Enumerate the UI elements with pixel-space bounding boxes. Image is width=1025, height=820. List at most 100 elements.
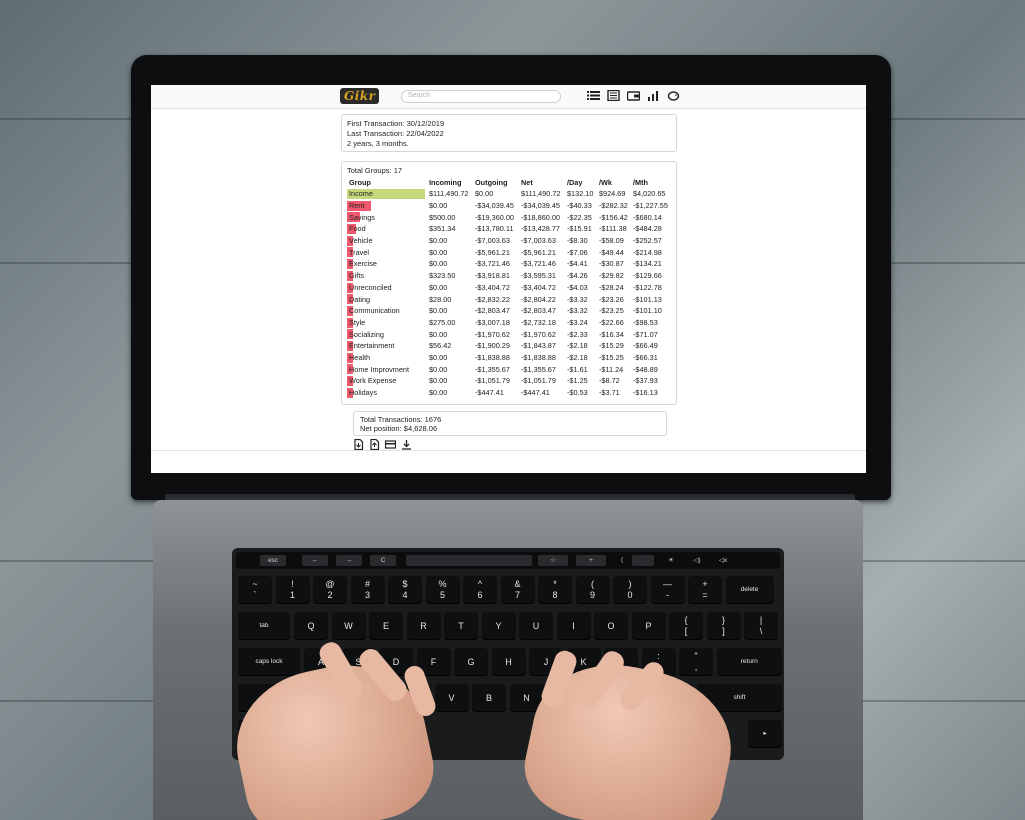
- table-row[interactable]: Unreconciled $0.00 -$3,404.72 -$3,404.72 -$4…: [347, 282, 671, 294]
- table-row[interactable]: Holidays $0.00 -$447.41 -$447.41 -$0.53 -$3.7…: [347, 387, 671, 399]
- cell-incoming: $0.00: [429, 259, 448, 269]
- table-row[interactable]: Style $275.00 -$3,007.18 -$2,732.18 -$3.24 -$…: [347, 317, 671, 329]
- cell-outgoing: -$3,918.81: [475, 271, 510, 281]
- key-12[interactable]: + =: [688, 576, 722, 604]
- key-bracket-2[interactable]: | \: [744, 612, 778, 640]
- key-e[interactable]: E: [369, 612, 403, 640]
- key-q[interactable]: Q: [294, 612, 328, 640]
- key-p[interactable]: P: [631, 612, 666, 640]
- key-caps-lock[interactable]: caps lock: [238, 648, 300, 676]
- download-icon[interactable]: [401, 439, 412, 450]
- key-delete[interactable]: delete: [725, 576, 774, 604]
- key-w[interactable]: W: [331, 612, 366, 640]
- bar-chart-icon[interactable]: [647, 90, 660, 101]
- first-transaction: First Transaction: 30/12/2019: [347, 119, 445, 128]
- key-bracket-1[interactable]: }]: [706, 612, 741, 640]
- cell-incoming: $275.00: [429, 317, 456, 327]
- touchbar-forward[interactable]: →: [336, 555, 362, 566]
- list-icon[interactable]: [587, 90, 600, 101]
- key-r[interactable]: R: [406, 612, 441, 640]
- key-tab[interactable]: tab: [238, 612, 290, 640]
- cell-net: $111,490.72: [521, 189, 561, 199]
- app-logo[interactable]: Gikr: [340, 88, 380, 104]
- touchbar-bookmark[interactable]: ☆: [538, 555, 568, 566]
- cell-day: -$1.61: [567, 364, 588, 374]
- table-row[interactable]: Dating $28.00 -$2,832.22 -$2,804.22 -$3.32 -$…: [347, 293, 671, 305]
- key-i[interactable]: I: [556, 612, 591, 640]
- top-navbar: Gikr Search: [151, 85, 866, 109]
- key-11[interactable]: — -: [650, 576, 685, 604]
- group-cell: Communication: [347, 305, 427, 317]
- table-row[interactable]: Vehicle $0.00 -$7,003.63 -$7,003.63 -$8.30 -$…: [347, 235, 671, 247]
- last-transaction: Last Transaction: 22/04/2022: [347, 129, 444, 138]
- key-8[interactable]: * 8: [538, 576, 572, 604]
- key-3[interactable]: #3: [350, 576, 385, 604]
- table-row[interactable]: Home Improvment $0.00 -$1,355.67 -$1,355.67…: [347, 363, 671, 375]
- key-t[interactable]: T: [444, 612, 478, 640]
- table-row[interactable]: Travel $0.00 -$5,961.21 -$5,961.21 -$7.06 -$4…: [347, 246, 671, 258]
- key-1[interactable]: ! 1: [275, 576, 310, 604]
- touchbar-mute[interactable]: ◁x: [712, 555, 734, 566]
- nav-icon-group: [587, 90, 680, 101]
- table-row[interactable]: Health $0.00 -$1,838.88 -$1,838.88 -$2.18 -$1…: [347, 352, 671, 364]
- key-y[interactable]: Y: [481, 612, 516, 640]
- cell-day: -$8.30: [567, 236, 588, 246]
- cell-mth: -$101.13: [633, 294, 662, 304]
- key-b[interactable]: B: [472, 684, 506, 712]
- key-punct-1[interactable]: ",: [679, 648, 713, 676]
- group-label: Communication: [349, 306, 400, 316]
- key-o[interactable]: O: [594, 612, 628, 640]
- piggy-bank-icon[interactable]: [667, 90, 680, 101]
- touchbar-brightness[interactable]: ☀: [660, 555, 682, 566]
- key-bracket-0[interactable]: {[: [669, 612, 703, 640]
- table-row[interactable]: Income $111,490.72 $0.00 $111,490.72 $132.10…: [347, 188, 671, 200]
- key-5[interactable]: % 5: [425, 576, 460, 604]
- touchbar-siri[interactable]: [632, 555, 654, 566]
- table-row[interactable]: Work Expense $0.00 -$1,051.79 -$1,051.79 -$1…: [347, 375, 671, 387]
- key-return[interactable]: return: [716, 648, 782, 676]
- table-row[interactable]: Socializing $0.00 -$1,970.62 -$1,970.62 -$2.…: [347, 328, 671, 340]
- wallet-icon[interactable]: [627, 90, 640, 101]
- group-cell: Rent: [347, 200, 427, 212]
- key-9[interactable]: (9: [575, 576, 610, 604]
- key-0[interactable]: ~ `: [238, 576, 272, 604]
- col-group: Group: [349, 177, 371, 187]
- table-row[interactable]: Entertainment $56.42 -$1,900.29 -$1,843.87 -…: [347, 340, 671, 352]
- key-10[interactable]: ) 0: [613, 576, 647, 604]
- table-row[interactable]: Food $351.34 -$13,780.11 -$13,428.77 -$15.91…: [347, 223, 671, 235]
- file-export-icon[interactable]: [369, 439, 380, 450]
- table-row[interactable]: Rent $0.00 -$34,039.45 -$34,039.45 -$40.33 -$…: [347, 200, 671, 212]
- table-row[interactable]: Gifts $323.50 -$3,918.81 -$3,595.31 -$4.26 -$…: [347, 270, 671, 282]
- credit-card-icon[interactable]: [385, 439, 396, 450]
- key-7[interactable]: & 7: [500, 576, 535, 604]
- cell-outgoing: -$2,832.22: [475, 294, 510, 304]
- touchbar-back[interactable]: ←: [302, 555, 328, 566]
- key-g[interactable]: G: [454, 648, 488, 676]
- group-label: Style: [349, 317, 366, 327]
- group-label: Food: [349, 224, 366, 234]
- key-arrow-right[interactable]: ▸: [748, 720, 782, 748]
- touchbar-new-tab[interactable]: +: [576, 555, 606, 566]
- cell-incoming: $0.00: [429, 376, 448, 386]
- cell-net: -$447.41: [521, 388, 550, 398]
- search-input[interactable]: Search: [401, 90, 561, 103]
- cell-outgoing: $0.00: [475, 189, 494, 199]
- touchbar-expand[interactable]: ⟨: [614, 555, 630, 566]
- table-row[interactable]: Communication $0.00 -$2,803.47 -$2,803.47 -$…: [347, 305, 671, 317]
- key-2[interactable]: @2: [313, 576, 347, 604]
- ledger-icon[interactable]: [607, 90, 620, 101]
- key-v[interactable]: V: [434, 684, 469, 712]
- table-row[interactable]: Savings $500.00 -$19,360.00 -$18,860.00 -$22…: [347, 211, 671, 223]
- file-import-icon[interactable]: [353, 439, 364, 450]
- key-4[interactable]: $4: [388, 576, 422, 604]
- touchbar-volume[interactable]: ◁): [686, 555, 708, 566]
- key-6[interactable]: ^ 6: [463, 576, 497, 604]
- groups-table: Group Incoming Outgoing Net /Day /Wk /Mt…: [347, 176, 671, 398]
- key-u[interactable]: U: [519, 612, 553, 640]
- touchbar-reload[interactable]: C: [370, 555, 396, 566]
- table-row[interactable]: Exercise $0.00 -$3,721.46 -$3,721.46 -$4.41 -…: [347, 258, 671, 270]
- touchbar-address-field[interactable]: [406, 555, 532, 566]
- key-h[interactable]: H: [491, 648, 526, 676]
- touchbar-esc[interactable]: esc: [260, 555, 286, 566]
- cell-incoming: $0.00: [429, 236, 448, 246]
